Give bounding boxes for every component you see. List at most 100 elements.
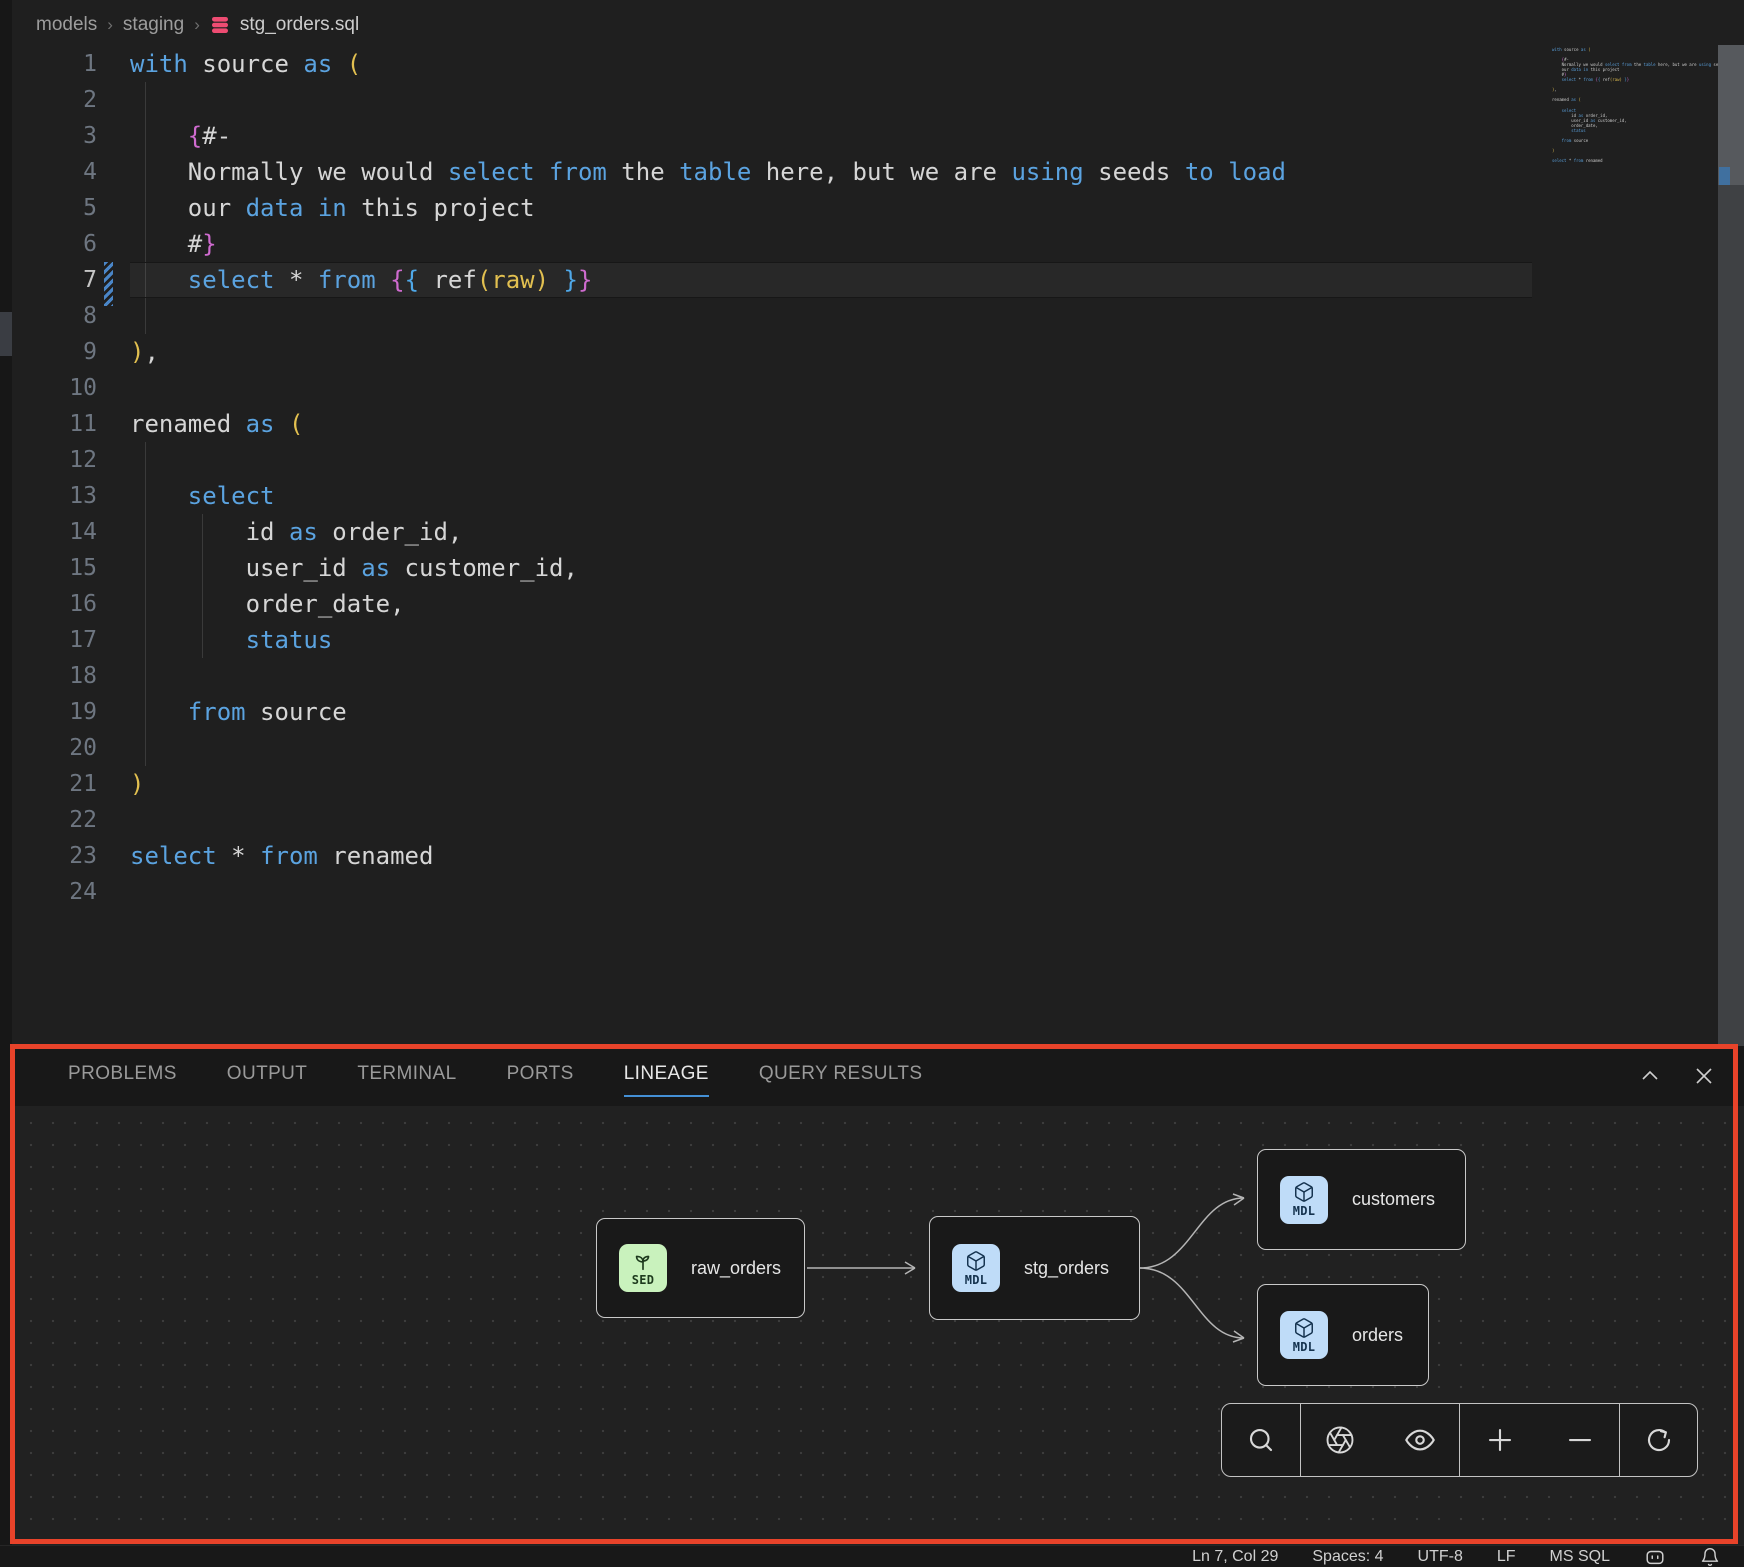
eye-icon (1405, 1425, 1435, 1455)
code-text: renamed as ( (130, 406, 303, 442)
line-number: 10 (12, 370, 130, 406)
code-line-15[interactable]: 15 user_id as customer_id, (12, 550, 1540, 586)
code-line-18[interactable]: 18 (12, 658, 1540, 694)
line-number: 23 (12, 838, 130, 874)
code-text: user_id as customer_id, (130, 550, 578, 586)
panel-tab-problems[interactable]: PROBLEMS (68, 1063, 177, 1089)
cube-icon (1293, 1181, 1315, 1203)
code-line-12[interactable]: 12 (12, 442, 1540, 478)
status-ln[interactable]: Ln 7, Col 29 (1192, 1548, 1278, 1566)
sprout-icon (632, 1250, 654, 1272)
code-line-5[interactable]: 5 our data in this project (12, 190, 1540, 226)
toolbar-segment (1460, 1404, 1620, 1476)
line-number: 6 (12, 226, 130, 262)
breadcrumb-item-models[interactable]: models (36, 14, 97, 36)
zoom-out-button[interactable] (1560, 1420, 1600, 1460)
code-text: ), (130, 334, 159, 370)
breadcrumb-separator: › (107, 15, 113, 35)
bottom-panel: PROBLEMS OUTPUT TERMINAL PORTS LINEAGE QUERY … (12, 1046, 1744, 1545)
zoom-in-button[interactable] (1480, 1420, 1520, 1460)
code-text: with source as ( (130, 46, 361, 82)
panel-tab-bar: PROBLEMS OUTPUT TERMINAL PORTS LINEAGE QUERY … (12, 1046, 1744, 1106)
code-line-22[interactable]: 22 (12, 802, 1540, 838)
lineage-node-customers[interactable]: MDLcustomers (1257, 1149, 1466, 1250)
code-text: status (130, 622, 332, 658)
code-line-2[interactable]: 2 (12, 82, 1540, 118)
code-line-20[interactable]: 20 (12, 730, 1540, 766)
code-line-1[interactable]: 1with source as ( (12, 46, 1540, 82)
status-spaces[interactable]: Spaces: 4 (1312, 1548, 1383, 1566)
minimap[interactable]: with source as ( {#- Normally we would s… (1552, 47, 1718, 177)
bell-icon[interactable] (1700, 1547, 1720, 1567)
lineage-canvas[interactable]: SEDraw_ordersMDLstg_ordersMDLcustomersMD… (12, 1106, 1744, 1545)
code-line-9[interactable]: 9), (12, 334, 1540, 370)
copilot-icon[interactable] (1644, 1546, 1666, 1567)
panel-tab-ports[interactable]: PORTS (507, 1063, 574, 1089)
aperture-button[interactable] (1320, 1420, 1360, 1460)
node-label: raw_orders (691, 1258, 781, 1279)
line-number: 2 (12, 82, 130, 118)
line-number: 12 (12, 442, 130, 478)
eye-button[interactable] (1400, 1420, 1440, 1460)
breadcrumb-item-staging[interactable]: staging (123, 14, 184, 36)
line-number: 22 (12, 802, 130, 838)
zoom-out-icon (1565, 1425, 1595, 1455)
status-ms[interactable]: MS SQL (1550, 1548, 1610, 1566)
code-line-8[interactable]: 8 (12, 298, 1540, 334)
status-utf-8[interactable]: UTF-8 (1418, 1548, 1463, 1566)
line-number: 1 (12, 46, 130, 82)
code-line-23[interactable]: 23select * from renamed (12, 838, 1540, 874)
status-bar: Ln 7, Col 29 Spaces: 4 UTF-8 LF MS SQL (0, 1545, 1744, 1567)
activity-strip (0, 0, 12, 1567)
breadcrumb-file[interactable]: stg_orders.sql (240, 14, 359, 36)
zoom-in-icon (1485, 1425, 1515, 1455)
code-line-13[interactable]: 13 select (12, 478, 1540, 514)
scrollbar-track[interactable] (1718, 45, 1744, 1046)
code-line-14[interactable]: 14 id as order_id, (12, 514, 1540, 550)
code-line-10[interactable]: 10 (12, 370, 1540, 406)
line-number: 15 (12, 550, 130, 586)
lineage-edges (12, 1106, 1744, 1545)
lineage-node-raw_orders[interactable]: SEDraw_orders (596, 1218, 805, 1318)
scrollbar-slider[interactable] (1718, 45, 1744, 185)
breadcrumb-separator: › (194, 15, 200, 35)
code-line-11[interactable]: 11renamed as ( (12, 406, 1540, 442)
lineage-node-orders[interactable]: MDLorders (1257, 1284, 1429, 1386)
code-editor[interactable]: 1with source as (23 {#-4 Normally we wou… (12, 46, 1540, 910)
code-line-16[interactable]: 16 order_date, (12, 586, 1540, 622)
code-line-7[interactable]: 7 select * from {{ ref(raw) }} (12, 262, 1540, 298)
code-line-21[interactable]: 21) (12, 766, 1540, 802)
code-line-17[interactable]: 17 status (12, 622, 1540, 658)
lineage-node-stg_orders[interactable]: MDLstg_orders (929, 1216, 1140, 1320)
code-line-19[interactable]: 19 from source (12, 694, 1540, 730)
toolbar-segment (1222, 1404, 1301, 1476)
panel-close-button[interactable] (1690, 1062, 1718, 1090)
node-label: customers (1352, 1189, 1435, 1210)
badge-label: MDL (965, 1273, 988, 1287)
code-line-24[interactable]: 24 (12, 874, 1540, 910)
code-text: from source (130, 694, 347, 730)
code-text: our data in this project (130, 190, 535, 226)
code-line-3[interactable]: 3 {#- (12, 118, 1540, 154)
aperture-icon (1325, 1425, 1355, 1455)
code-text: order_date, (130, 586, 405, 622)
code-line-6[interactable]: 6 #} (12, 226, 1540, 262)
status-lf[interactable]: LF (1497, 1548, 1516, 1566)
badge-label: MDL (1293, 1340, 1316, 1354)
cube-icon (965, 1250, 987, 1272)
code-line-4[interactable]: 4 Normally we would select from the tabl… (12, 154, 1540, 190)
refresh-button[interactable] (1639, 1420, 1679, 1460)
activity-strip-thumb (0, 312, 12, 356)
panel-tab-query-results[interactable]: QUERY RESULTS (759, 1063, 923, 1089)
line-number: 16 (12, 586, 130, 622)
panel-tab-terminal[interactable]: TERMINAL (357, 1063, 456, 1089)
panel-tab-output[interactable]: OUTPUT (227, 1063, 308, 1089)
line-number: 19 (12, 694, 130, 730)
line-number: 11 (12, 406, 130, 442)
panel-maximize-button[interactable] (1636, 1062, 1664, 1090)
search-icon (1246, 1425, 1276, 1455)
panel-tab-lineage[interactable]: LINEAGE (624, 1063, 709, 1089)
vscode-window: models › staging › stg_orders.sql 1with … (0, 0, 1744, 1567)
search-button[interactable] (1241, 1420, 1281, 1460)
code-text: Normally we would select from the table … (130, 154, 1286, 190)
